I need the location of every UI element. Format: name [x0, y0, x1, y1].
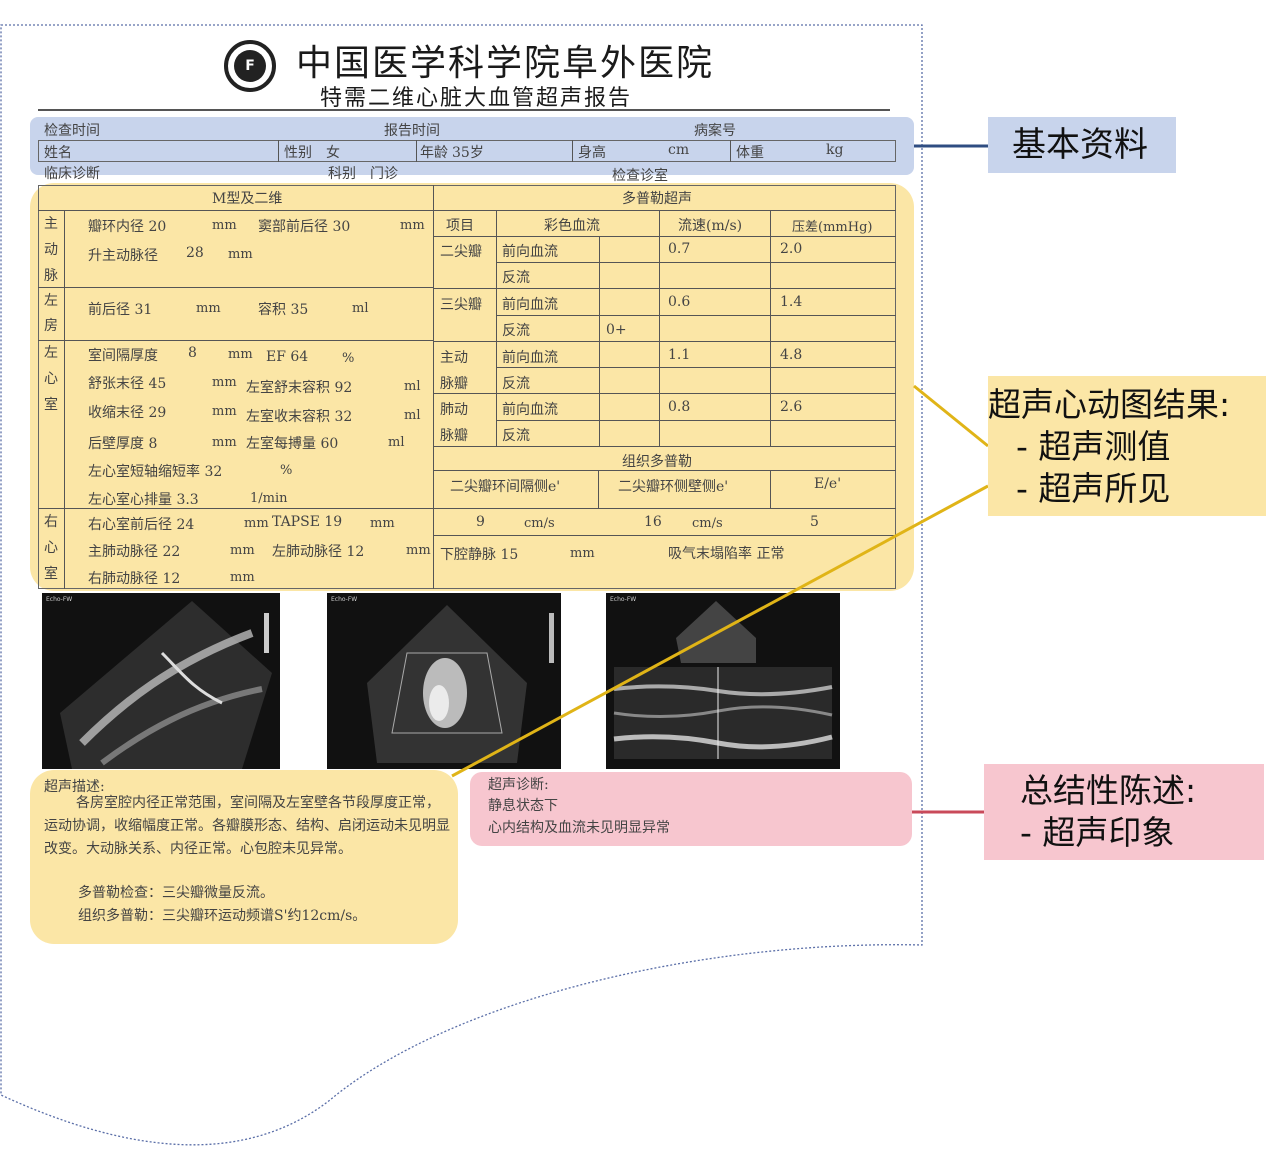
callout-basic-text: 基本资料: [1012, 125, 1148, 165]
callout-basic-info: 基本资料: [988, 117, 1176, 173]
callout-connectors: [451, 144, 989, 814]
callout-echo-results: 超声心动图结果: - 超声测值 - 超声所见: [988, 376, 1266, 516]
callout-echo-bullet-2: - 超声所见: [1016, 469, 1171, 508]
callout-summary-title: 总结性陈述:: [1020, 771, 1197, 810]
callout-echo-title: 超声心动图结果:: [988, 385, 1231, 424]
callout-echo-bullet-1: - 超声测值: [1016, 427, 1171, 466]
callout-summary: 总结性陈述: - 超声印象: [984, 764, 1264, 860]
callout-summary-bullet-1: - 超声印象: [1020, 813, 1175, 852]
